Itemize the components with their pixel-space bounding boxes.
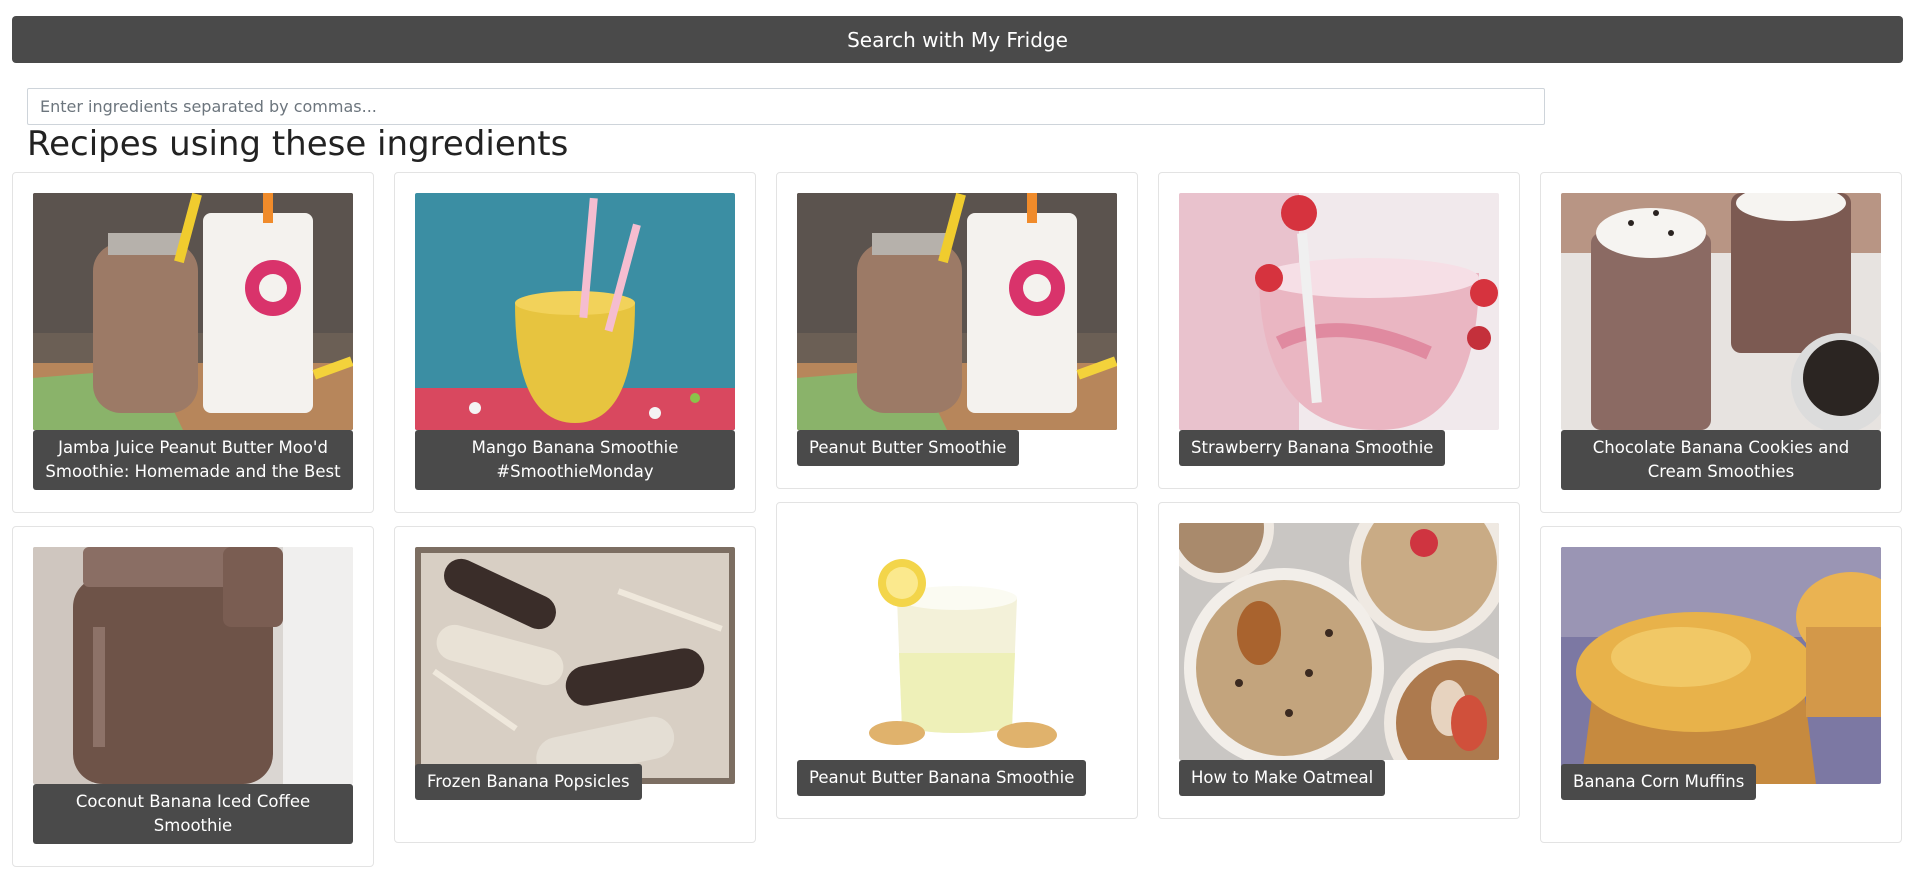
recipe-title-button[interactable]: Chocolate Banana Cookies and Cream Smoot…: [1561, 430, 1881, 490]
recipe-image[interactable]: [1179, 193, 1499, 430]
ingredients-input[interactable]: [27, 88, 1545, 125]
recipe-card[interactable]: Strawberry Banana Smoothie: [1158, 172, 1520, 489]
recipe-title-button[interactable]: Strawberry Banana Smoothie: [1179, 430, 1446, 466]
recipe-image[interactable]: [1179, 523, 1499, 760]
recipe-image[interactable]: [33, 547, 353, 784]
recipe-image[interactable]: [415, 193, 735, 430]
recipe-title-button[interactable]: Jamba Juice Peanut Butter Moo'd Smoothie…: [33, 430, 353, 490]
recipe-title-button[interactable]: How to Make Oatmeal: [1179, 760, 1386, 796]
recipe-image[interactable]: [1561, 547, 1881, 784]
recipe-image[interactable]: [1561, 193, 1881, 430]
recipe-card[interactable]: Jamba Juice Peanut Butter Moo'd Smoothie…: [12, 172, 374, 513]
recipe-card[interactable]: How to Make Oatmeal: [1158, 502, 1520, 819]
recipe-card[interactable]: Chocolate Banana Cookies and Cream Smoot…: [1540, 172, 1902, 513]
recipe-card[interactable]: Frozen Banana Popsicles: [394, 526, 756, 843]
recipe-title-button[interactable]: Peanut Butter Smoothie: [797, 430, 1019, 466]
recipe-title-button[interactable]: Frozen Banana Popsicles: [415, 764, 642, 800]
recipe-card[interactable]: Banana Corn Muffins: [1540, 526, 1902, 843]
recipe-card[interactable]: Coconut Banana Iced Coffee Smoothie: [12, 526, 374, 867]
search-with-my-fridge-button[interactable]: Search with My Fridge: [12, 16, 1903, 63]
recipe-title-button[interactable]: Coconut Banana Iced Coffee Smoothie: [33, 784, 353, 844]
recipe-title-button[interactable]: Peanut Butter Banana Smoothie: [797, 760, 1087, 796]
recipe-card[interactable]: Peanut Butter Smoothie: [776, 172, 1138, 489]
recipe-image[interactable]: [797, 523, 1117, 760]
recipe-card[interactable]: Peanut Butter Banana Smoothie: [776, 502, 1138, 819]
section-title: Recipes using these ingredients: [27, 124, 569, 164]
recipe-image[interactable]: [415, 547, 735, 784]
recipe-title-button[interactable]: Banana Corn Muffins: [1561, 764, 1757, 800]
recipe-title-button[interactable]: Mango Banana Smoothie #SmoothieMonday: [415, 430, 735, 490]
recipe-image[interactable]: [797, 193, 1117, 430]
recipe-image[interactable]: [33, 193, 353, 430]
recipe-card[interactable]: Mango Banana Smoothie #SmoothieMonday: [394, 172, 756, 513]
